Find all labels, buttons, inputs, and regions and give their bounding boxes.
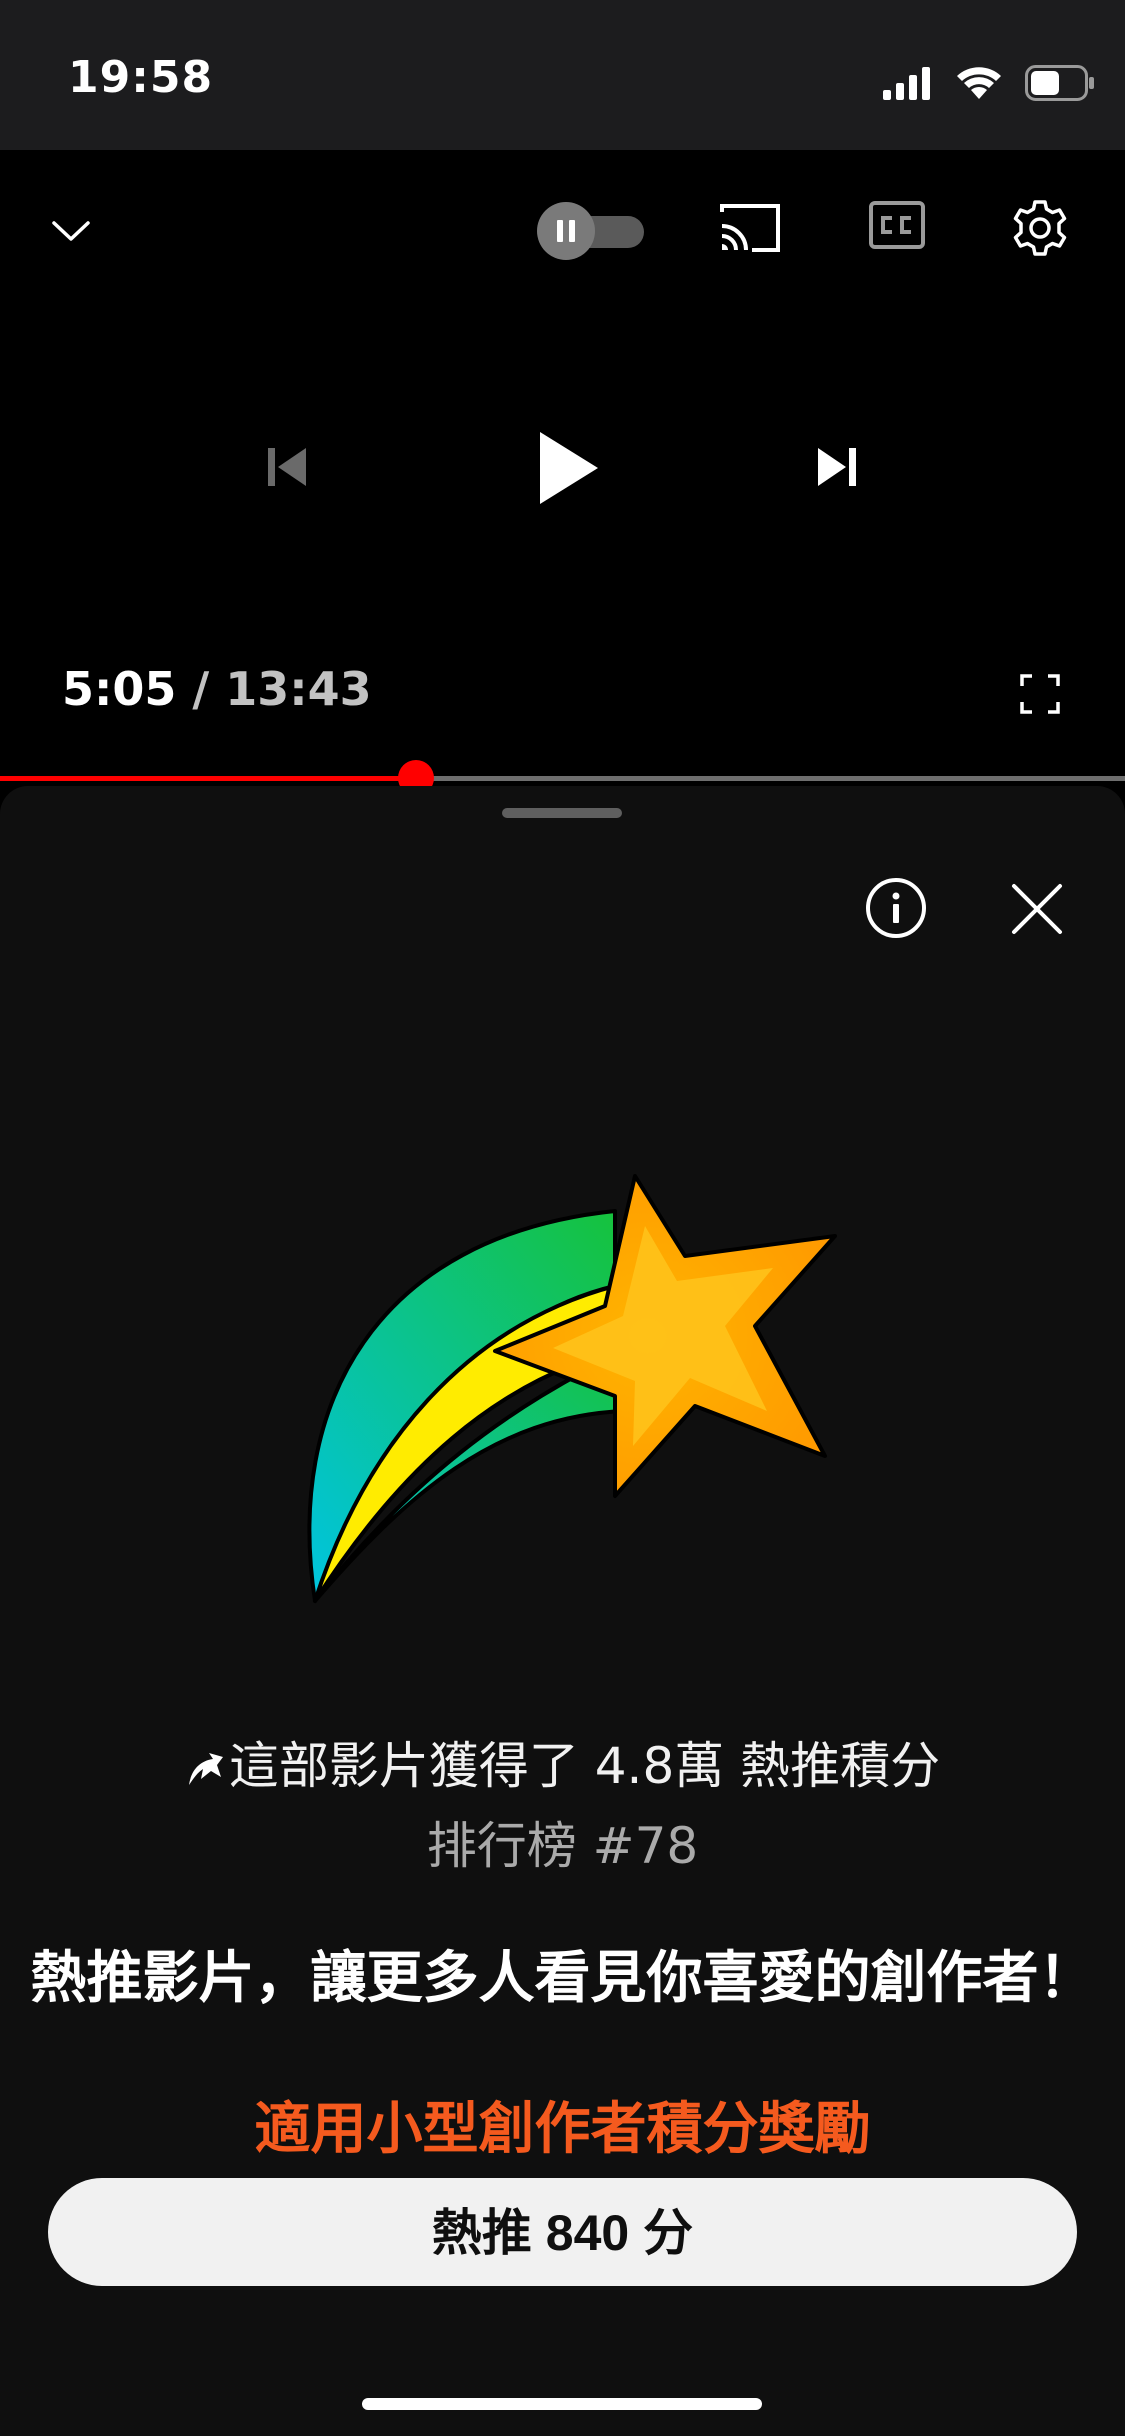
time-separator: / — [176, 662, 226, 716]
hype-star-icon — [188, 1753, 223, 1785]
leaderboard-rank: 排行榜 #78 — [426, 1817, 699, 1875]
wifi-icon — [957, 67, 1001, 99]
cellular-signal-icon — [883, 67, 930, 100]
battery-icon — [1025, 65, 1094, 101]
close-icon[interactable] — [1010, 882, 1064, 936]
hype-headline: 熱推影片，讓更多人看見你喜愛的創作者！ — [30, 1946, 1095, 2011]
autoplay-toggle[interactable] — [536, 200, 646, 262]
cast-icon[interactable] — [718, 200, 784, 256]
hype-points-message: 這部影片獲得了 4.8萬 熱推積分 — [0, 1726, 1125, 1798]
playback-time: 5:05 / 13:43 — [62, 662, 372, 716]
hype-button[interactable]: 熱推 840 分 — [48, 2178, 1077, 2286]
hype-bottom-sheet: 這部影片獲得了 4.8萬 熱推積分 排行榜 #78 熱推影片，讓更多人看見你喜愛… — [0, 786, 1125, 2436]
progress-played — [0, 776, 417, 781]
status-icons — [881, 58, 1095, 108]
info-icon[interactable] — [865, 877, 927, 939]
video-player[interactable]: 5:05 / 13:43 — [0, 150, 1125, 796]
home-indicator[interactable] — [362, 2398, 762, 2410]
settings-gear-icon[interactable] — [1010, 198, 1070, 258]
captions-icon[interactable] — [868, 200, 926, 252]
progress-bar[interactable] — [0, 760, 1125, 796]
status-time: 19:58 — [68, 52, 214, 103]
fullscreen-icon[interactable] — [1018, 672, 1062, 716]
total-duration: 13:43 — [225, 662, 372, 716]
points-text: 這部影片獲得了 4.8萬 熱推積分 — [228, 1737, 941, 1795]
status-bar: 19:58 — [0, 0, 1125, 150]
shooting-star-icon — [307, 1174, 837, 1603]
small-creator-bonus-text: 適用小型創作者積分獎勵 — [254, 2097, 871, 2162]
sheet-drag-handle[interactable] — [502, 808, 622, 818]
play-icon[interactable] — [532, 428, 602, 508]
previous-icon[interactable] — [262, 442, 312, 492]
next-icon[interactable] — [812, 442, 862, 492]
current-time: 5:05 — [62, 662, 177, 716]
chevron-down-icon[interactable] — [48, 208, 94, 254]
